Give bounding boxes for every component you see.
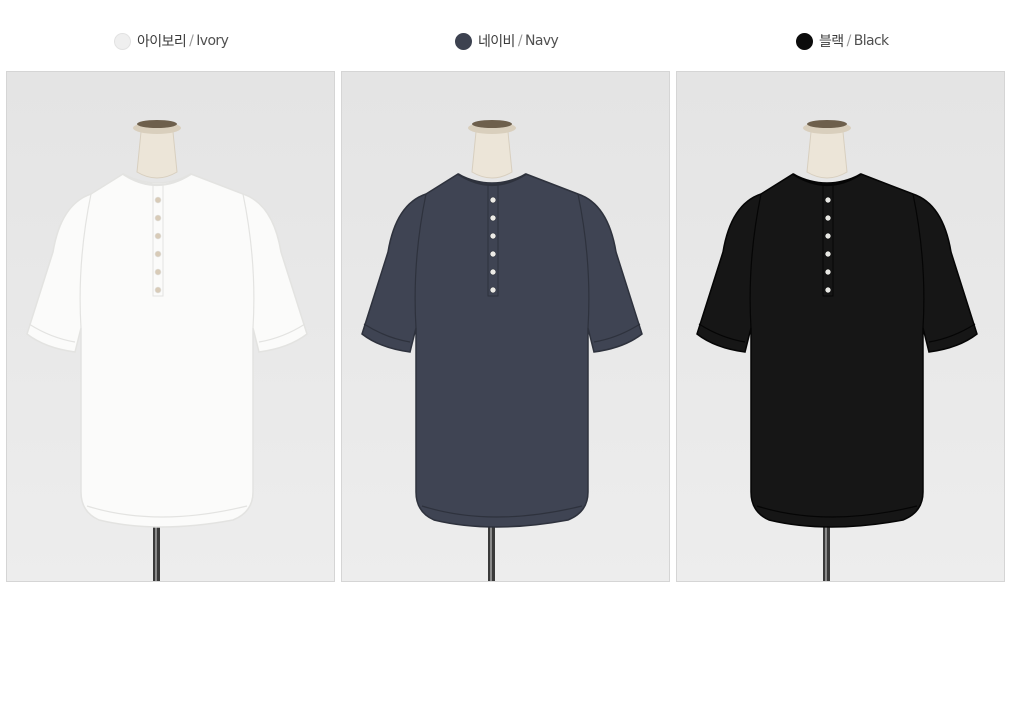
color-separator: /: [189, 33, 194, 49]
ivory-shirt-illustration: [7, 72, 334, 581]
color-name-en: Black: [853, 33, 889, 49]
color-name-ko: 네이비: [478, 34, 515, 50]
shirt-button-2: [489, 214, 497, 222]
color-name-ko: 아이보리: [137, 34, 187, 50]
mannequin-neck-cap-rim: [472, 120, 512, 128]
shirt-button-5: [489, 268, 497, 276]
black-shirt-illustration: [677, 72, 1004, 581]
shirt-button-6: [489, 286, 497, 294]
shirt-button-4: [824, 250, 832, 258]
shirt-button-4: [489, 250, 497, 258]
mannequin-neck: [806, 131, 848, 179]
shirt-button-4: [154, 250, 162, 258]
shirt-button-6: [824, 286, 832, 294]
color-labels-row: 아이보리 / Ivory 네이비 / Navy 블랙 / Black: [0, 24, 1010, 58]
color-name-en: Navy: [524, 33, 559, 49]
shirt-button-1: [489, 196, 497, 204]
color-label-ivory: 아이보리 / Ivory: [114, 30, 229, 52]
product-photo-black: [676, 71, 1005, 582]
shirt-button-1: [824, 196, 832, 204]
mannequin-neck: [471, 131, 513, 179]
product-photo-ivory: [6, 71, 335, 582]
mannequin-neck-cap-rim: [137, 120, 177, 128]
shirt-button-1: [154, 196, 162, 204]
color-name-en: Ivory: [196, 33, 229, 49]
mannequin-neck-cap-rim: [807, 120, 847, 128]
shirt-button-3: [824, 232, 832, 240]
shirt-button-5: [824, 268, 832, 276]
color-name-ko: 블랙: [819, 34, 844, 50]
color-label-navy: 네이비 / Navy: [455, 30, 559, 52]
color-label-black: 블랙 / Black: [796, 30, 889, 52]
black-swatch-icon: [796, 32, 813, 50]
shirt-button-6: [154, 286, 162, 294]
navy-swatch-icon: [455, 32, 472, 50]
color-separator: /: [517, 33, 523, 49]
navy-shirt-illustration: [342, 72, 669, 581]
ivory-swatch-icon: [114, 32, 131, 50]
shirt-button-5: [154, 268, 162, 276]
shirt-button-2: [154, 214, 162, 222]
mannequin-neck: [136, 131, 178, 179]
shirt-button-3: [489, 232, 497, 240]
shirt-button-2: [824, 214, 832, 222]
product-photo-navy: [341, 71, 670, 582]
color-separator: /: [846, 33, 852, 49]
shirt-button-3: [154, 232, 162, 240]
